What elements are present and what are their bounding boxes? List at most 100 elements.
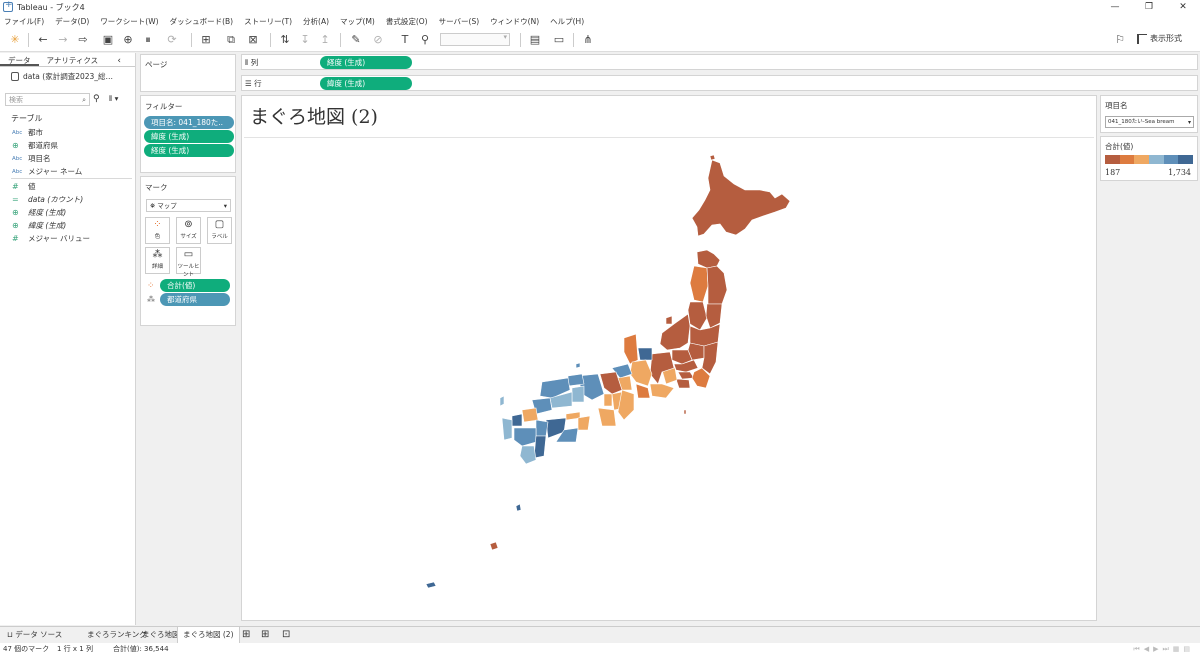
menu-dashboard[interactable]: ダッシュボード(B) xyxy=(170,16,234,27)
group-members-icon[interactable]: ⊘ xyxy=(370,32,386,48)
region-okinawa xyxy=(489,541,499,551)
legend-swatch[interactable] xyxy=(1149,155,1164,164)
menu-server[interactable]: サーバー(S) xyxy=(439,16,480,27)
color-button[interactable]: ⁘ 色 xyxy=(145,217,170,244)
menu-data[interactable]: データ(D) xyxy=(55,16,89,27)
color-legend-ramp[interactable] xyxy=(1105,155,1194,164)
columns-pill-longitude[interactable]: 経度 (生成) xyxy=(320,56,412,69)
fit-dropdown[interactable] xyxy=(440,33,510,46)
menu-format[interactable]: 書式設定(O) xyxy=(386,16,428,27)
field-measure-values[interactable]: # メジャー バリュー xyxy=(12,233,90,244)
menu-story[interactable]: ストーリー(T) xyxy=(244,16,292,27)
legend-swatch[interactable] xyxy=(1134,155,1150,164)
tooltip-button[interactable]: ▭ ツールヒント xyxy=(176,247,201,278)
save-icon[interactable]: ▣ xyxy=(100,32,116,48)
field-value[interactable]: # 値 xyxy=(12,181,36,192)
undo-icon[interactable]: ← xyxy=(35,32,51,48)
marks-pill-prefecture[interactable]: 都道府県 xyxy=(160,293,230,306)
menu-map[interactable]: マップ(M) xyxy=(340,16,375,27)
show-me-button[interactable]: 表示形式 xyxy=(1137,33,1182,44)
field-latitude[interactable]: ⊕ 緯度 (生成) xyxy=(12,220,66,231)
chevron-down-icon: ▾ xyxy=(1187,119,1191,126)
menu-window[interactable]: ウィンドウ(N) xyxy=(490,16,539,27)
new-dashboard-icon[interactable]: ⊞ xyxy=(256,627,274,643)
filter-pill-longitude[interactable]: 経度 (生成) xyxy=(144,144,234,157)
pause-updates-icon[interactable]: ⏸ xyxy=(140,32,156,48)
filter-fields-icon[interactable]: ⚲ xyxy=(93,94,100,104)
field-city[interactable]: Abc 都市 xyxy=(12,127,43,138)
tooltip-icon[interactable]: ⚐ xyxy=(1112,32,1128,48)
filters-shelf[interactable]: フィルター 項目名: 041_180た.. 緯度 (生成) 経度 (生成) xyxy=(140,95,236,173)
share-icon[interactable]: ⋔ xyxy=(580,32,596,48)
show-me-label: 表示形式 xyxy=(1150,34,1182,43)
legend-swatch[interactable] xyxy=(1163,155,1179,164)
presentation-mode-icon[interactable]: ▭ xyxy=(551,32,567,48)
marks-pill-sum-value[interactable]: 合計(値) xyxy=(160,279,230,292)
menu-analysis[interactable]: 分析(A) xyxy=(303,16,329,27)
swap-rows-columns-icon[interactable]: ⇅ xyxy=(277,32,293,48)
filter-pill-latitude[interactable]: 緯度 (生成) xyxy=(144,130,234,143)
highlight-icon[interactable]: ✎ xyxy=(348,32,364,48)
restore-button[interactable]: ❐ xyxy=(1132,0,1166,14)
collapse-pane-icon[interactable]: ‹ xyxy=(109,54,129,68)
legend-swatch[interactable] xyxy=(1178,155,1194,164)
field-measure-names[interactable]: Abc メジャー ネーム xyxy=(12,166,82,177)
field-prefecture[interactable]: ⊕ 都道府県 xyxy=(12,140,58,151)
size-button[interactable]: ⊚ サイズ xyxy=(176,217,201,244)
datasource-item[interactable]: data (家計調査2023_総… xyxy=(11,71,135,82)
field-item-name[interactable]: Abc 項目名 xyxy=(12,153,51,164)
mark-type-dropdown[interactable]: ⛯ マップ ▾ xyxy=(146,199,231,212)
detail-button[interactable]: ⁂ 詳細 xyxy=(145,247,170,274)
legend-swatch[interactable] xyxy=(1105,155,1120,164)
tableau-icon xyxy=(3,0,13,12)
globe-icon: ⊕ xyxy=(12,221,19,230)
view-canvas[interactable]: まぐろ地図 (2) xyxy=(241,95,1097,621)
fix-axes-icon[interactable]: ⚲ xyxy=(417,32,433,48)
item-name-dropdown[interactable]: 041_180たい-Sea bream ▾ xyxy=(1105,116,1194,128)
tab-maguro-map-2[interactable]: まぐろ地図 (2) xyxy=(177,627,240,643)
close-button[interactable]: ✕ xyxy=(1166,0,1200,14)
sort-descending-icon[interactable]: ↥ xyxy=(317,32,333,48)
tableau-logo-icon[interactable]: ✳ xyxy=(7,32,23,48)
tab-analytics[interactable]: アナリティクス xyxy=(39,53,107,66)
minimize-button[interactable]: — xyxy=(1098,0,1132,14)
item-name-selected: 041_180たい-Sea bream xyxy=(1108,119,1175,125)
new-story-icon[interactable]: ⊡ xyxy=(277,627,295,643)
new-worksheet-icon[interactable]: ⊞ xyxy=(237,627,255,643)
field-data-count[interactable]: = data (カウント) xyxy=(12,194,83,205)
tab-data[interactable]: データ xyxy=(0,53,39,66)
replay-icon[interactable]: ⇨ xyxy=(75,32,91,48)
new-datasource-icon[interactable]: ⊕ xyxy=(120,32,136,48)
region-oita xyxy=(535,419,549,437)
sort-ascending-icon[interactable]: ↧ xyxy=(297,32,313,48)
tab-data-source[interactable]: ⊔ データ ソース xyxy=(2,627,67,643)
legend-swatch[interactable] xyxy=(1119,155,1135,164)
columns-shelf[interactable]: ⦀ 列 経度 (生成) xyxy=(241,54,1198,70)
region-toyama xyxy=(637,347,653,361)
search-input[interactable]: 検索 ⌕ xyxy=(5,93,90,106)
region-sado xyxy=(665,315,673,325)
new-worksheet-icon[interactable]: ⊞ xyxy=(198,32,214,48)
tables-header: テーブル xyxy=(11,114,43,123)
redo-icon[interactable]: → xyxy=(55,32,71,48)
rows-pill-latitude[interactable]: 緯度 (生成) xyxy=(320,77,412,90)
clear-sheet-icon[interactable]: ⊠ xyxy=(245,32,261,48)
japan-choropleth-map[interactable] xyxy=(242,138,1096,620)
columns-label: ⦀ 列 xyxy=(245,58,259,67)
sheet-pager[interactable]: ⏮◀▶⏭▦▤ xyxy=(1133,643,1194,656)
status-sum: 合計(値): 36,544 xyxy=(113,645,169,653)
legend-min-value: 187 xyxy=(1105,168,1121,177)
rows-shelf[interactable]: ☰ 行 緯度 (生成) xyxy=(241,75,1198,91)
fit-icon[interactable]: ▤ xyxy=(527,32,543,48)
label-button[interactable]: ▢ ラベル xyxy=(207,217,232,244)
duplicate-sheet-icon[interactable]: ⧉ xyxy=(223,32,239,48)
pages-shelf[interactable]: ページ xyxy=(140,54,236,92)
view-options-icon[interactable]: ⦀ ▾ xyxy=(109,94,118,104)
field-longitude[interactable]: ⊕ 経度 (生成) xyxy=(12,207,66,218)
refresh-icon[interactable]: ⟳ xyxy=(164,32,180,48)
menu-file[interactable]: ファイル(F) xyxy=(4,16,44,27)
menu-help[interactable]: ヘルプ(H) xyxy=(550,16,584,27)
filter-pill-item-name[interactable]: 項目名: 041_180た.. xyxy=(144,116,234,129)
menu-worksheet[interactable]: ワークシート(W) xyxy=(100,16,158,27)
show-labels-icon[interactable]: T xyxy=(397,32,413,48)
